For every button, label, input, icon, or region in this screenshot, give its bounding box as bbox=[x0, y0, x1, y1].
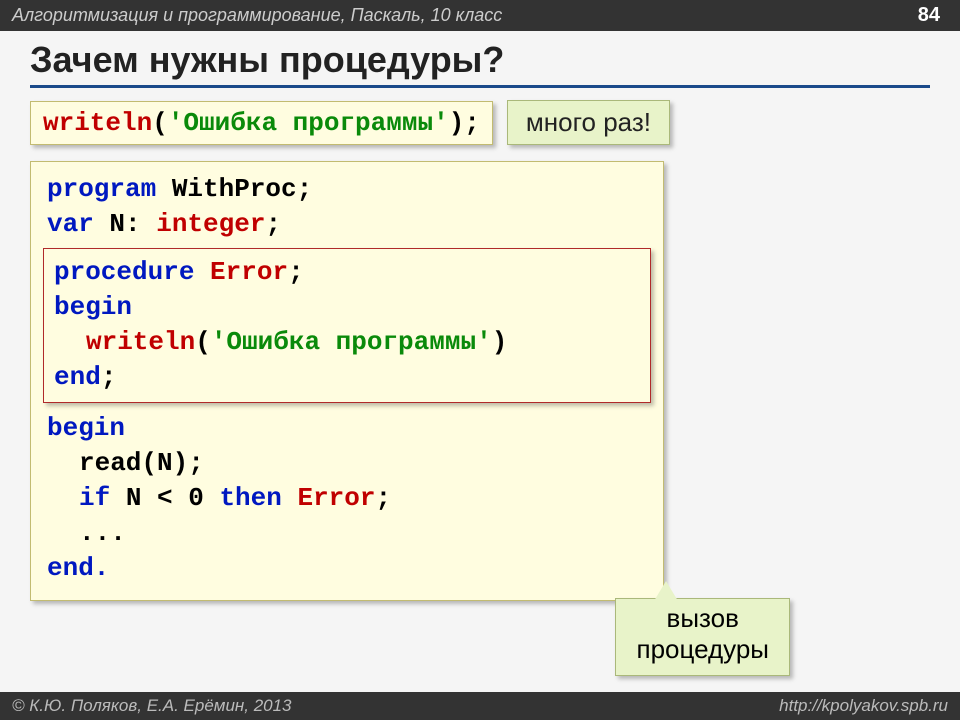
proc-line-begin: begin bbox=[54, 290, 640, 325]
semi: ; bbox=[288, 257, 304, 287]
paren-open: ( bbox=[195, 327, 211, 357]
kw-integer: integer bbox=[156, 209, 265, 239]
main-end: end. bbox=[47, 551, 647, 586]
proc-line-writeln: writeln('Ошибка программы') bbox=[54, 325, 640, 360]
kw-procedure: procedure bbox=[54, 257, 194, 287]
read-call: read(N); bbox=[47, 446, 204, 481]
cond: N < bbox=[110, 483, 188, 513]
callout-line1: вызов bbox=[636, 603, 769, 634]
semi: ; bbox=[101, 362, 117, 392]
main-begin: begin bbox=[47, 411, 647, 446]
slide-footer: © К.Ю. Поляков, Е.А. Ерёмин, 2013 http:/… bbox=[0, 692, 960, 720]
main-if: if N < 0 then Error; bbox=[47, 481, 647, 516]
semi: ; bbox=[375, 483, 391, 513]
paren-open: ( bbox=[152, 108, 168, 138]
footer-url: http://kpolyakov.spb.ru bbox=[779, 696, 948, 716]
kw-writeln: writeln bbox=[43, 108, 152, 138]
kw-begin: begin bbox=[54, 292, 132, 322]
course-title: Алгоритмизация и программирование, Паска… bbox=[12, 5, 502, 26]
code-line-var: var N: integer; bbox=[47, 207, 647, 242]
kw-program: program bbox=[47, 174, 156, 204]
kw-end: end bbox=[54, 362, 101, 392]
copyright: © К.Ю. Поляков, Е.А. Ерёмин, 2013 bbox=[12, 696, 292, 716]
slide-content: Зачем нужны процедуры? writeln('Ошибка п… bbox=[0, 31, 960, 601]
kw-begin: begin bbox=[47, 413, 125, 443]
error-call: Error bbox=[297, 483, 375, 513]
slide-header: Алгоритмизация и программирование, Паска… bbox=[0, 0, 960, 31]
page-number: 84 bbox=[910, 4, 948, 27]
callout-line2: процедуры bbox=[636, 634, 769, 665]
main-dots: ... bbox=[47, 516, 647, 551]
var-name: N: bbox=[94, 209, 156, 239]
kw-then: then bbox=[204, 483, 298, 513]
prog-name: WithProc; bbox=[156, 174, 312, 204]
proc-line-header: procedure Error; bbox=[54, 255, 640, 290]
main-read: read(N); bbox=[47, 446, 647, 481]
paren-close: ); bbox=[449, 108, 480, 138]
semi: ; bbox=[265, 209, 281, 239]
proc-name: Error bbox=[194, 257, 288, 287]
zero: 0 bbox=[188, 483, 204, 513]
kw-if: if bbox=[79, 483, 110, 513]
proc-line-end: end; bbox=[54, 360, 640, 395]
main-code-block: program WithProc; var N: integer; proced… bbox=[30, 161, 664, 601]
procedure-block: procedure Error; begin writeln('Ошибка п… bbox=[43, 248, 651, 402]
ellipsis: ... bbox=[47, 516, 126, 551]
code-line-program: program WithProc; bbox=[47, 172, 647, 207]
top-row: writeln('Ошибка программы'); много раз! bbox=[30, 100, 930, 145]
callout-many-times: много раз! bbox=[507, 100, 670, 145]
slide-title: Зачем нужны процедуры? bbox=[30, 39, 930, 88]
writeln-snippet: writeln('Ошибка программы'); bbox=[30, 101, 493, 145]
string-literal: 'Ошибка программы' bbox=[168, 108, 449, 138]
kw-var: var bbox=[47, 209, 94, 239]
callout-procedure-call: вызов процедуры bbox=[615, 598, 790, 676]
string-literal: 'Ошибка программы' bbox=[211, 327, 492, 357]
paren-close: ) bbox=[492, 327, 508, 357]
kw-writeln: writeln bbox=[86, 327, 195, 357]
kw-end: end. bbox=[47, 553, 109, 583]
